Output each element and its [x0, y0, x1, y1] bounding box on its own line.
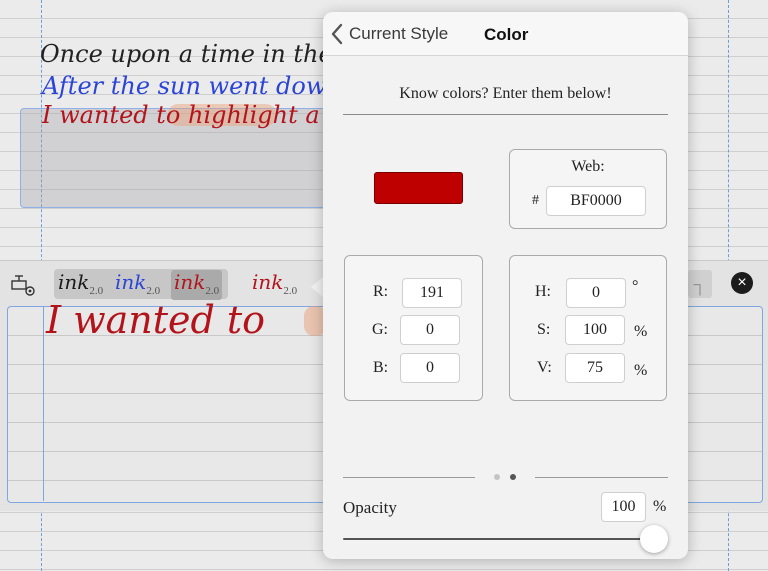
g-label: G: — [372, 321, 388, 338]
writing-ink-text: I wanted to — [46, 298, 266, 342]
ink-preset-4[interactable]: ink2.0 — [252, 270, 297, 300]
v-unit: % — [634, 362, 648, 379]
web-hex-input[interactable]: BF0000 — [546, 186, 646, 216]
chevron-left-icon — [331, 23, 343, 45]
settings-gear-icon[interactable] — [10, 274, 38, 298]
ink-preset-2-label: ink — [115, 270, 147, 294]
popover-title: Color — [484, 25, 529, 44]
handwriting-line-2: After the sun went down — [42, 72, 342, 100]
ink-preset-3-version: 2.0 — [205, 285, 220, 297]
hint-divider — [343, 114, 668, 115]
b-input[interactable]: 0 — [400, 353, 460, 383]
ink-preset-1-version: 2.0 — [89, 285, 104, 297]
opacity-input[interactable]: 100 — [601, 492, 646, 522]
opacity-slider-track[interactable] — [343, 538, 653, 540]
page-dot-1[interactable] — [494, 474, 500, 480]
g-input[interactable]: 0 — [400, 315, 460, 345]
opacity-unit: % — [653, 498, 667, 515]
back-button[interactable]: Current Style — [331, 22, 448, 46]
rgb-group: R: 191 G: 0 B: 0 — [344, 255, 483, 401]
v-label: V: — [537, 359, 552, 376]
ink-preset-3[interactable]: ink2.0 — [171, 270, 223, 300]
s-label: S: — [537, 321, 551, 338]
r-label: R: — [373, 283, 389, 300]
hash-label: # — [532, 193, 539, 208]
ink-preset-4-version: 2.0 — [283, 285, 298, 297]
h-input[interactable]: 0 — [566, 278, 626, 308]
back-label: Current Style — [349, 24, 449, 43]
pager-line-left — [343, 477, 475, 478]
text-tool-button[interactable]: ┐ — [688, 270, 712, 298]
opacity-slider-thumb[interactable] — [640, 525, 668, 553]
hsv-group: H: 0 ° S: 100 % V: 75 % — [509, 255, 667, 401]
close-icon[interactable]: × — [731, 272, 753, 294]
ink-preset-1[interactable]: ink2.0 — [58, 270, 103, 300]
ink-preset-3-label: ink — [174, 270, 206, 294]
web-label: Web: — [571, 158, 605, 175]
s-unit: % — [634, 323, 648, 340]
color-popover: Current Style Color Know colors? Enter t… — [323, 12, 688, 559]
handwriting-line-3: I wanted to highlight a wo — [42, 101, 363, 129]
color-swatch[interactable] — [374, 172, 463, 204]
s-input[interactable]: 100 — [565, 315, 625, 345]
ink-preset-1-label: ink — [58, 270, 90, 294]
v-input[interactable]: 75 — [565, 353, 625, 383]
page-dot-2[interactable] — [510, 474, 516, 480]
popover-header: Current Style Color — [323, 12, 688, 56]
ink-preset-2-version: 2.0 — [146, 285, 161, 297]
web-color-group: Web: # BF0000 — [509, 149, 667, 229]
b-label: B: — [373, 359, 389, 376]
hint-text: Know colors? Enter them below! — [399, 85, 612, 102]
pager-line-right — [535, 477, 668, 478]
writing-box-margin — [43, 307, 44, 501]
ink-preset-4-label: ink — [252, 270, 284, 294]
h-unit: ° — [632, 278, 639, 295]
r-input[interactable]: 191 — [402, 278, 462, 308]
h-label: H: — [535, 283, 551, 300]
ink-preset-2[interactable]: ink2.0 — [115, 270, 160, 300]
opacity-label: Opacity — [343, 498, 397, 517]
